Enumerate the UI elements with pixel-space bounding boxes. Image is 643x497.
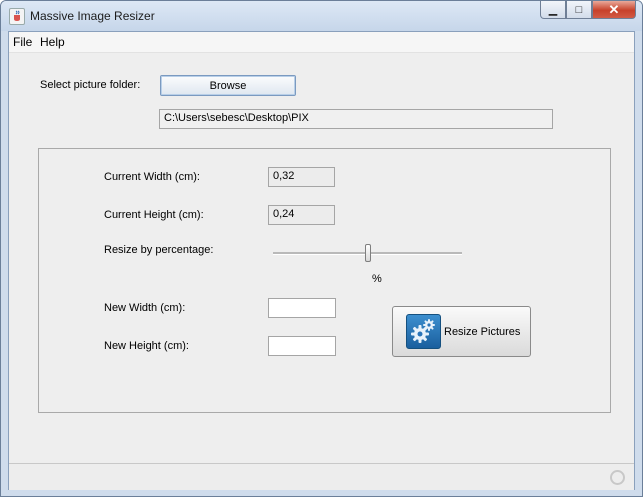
- app-window: Massive Image Resizer ▁ □ ✕ File Help Se…: [0, 0, 643, 497]
- new-height-input[interactable]: [268, 336, 336, 356]
- browse-button[interactable]: Browse: [160, 75, 296, 96]
- current-height-label: Current Height (cm):: [104, 209, 204, 221]
- current-width-field: 0,32: [268, 167, 335, 187]
- status-bar: [9, 463, 634, 490]
- menu-help[interactable]: Help: [40, 35, 65, 49]
- window-title: Massive Image Resizer: [30, 9, 155, 23]
- percent-label: %: [372, 273, 382, 285]
- minimize-button[interactable]: ▁: [540, 1, 566, 19]
- close-icon: ✕: [608, 1, 620, 17]
- new-width-label: New Width (cm):: [104, 302, 186, 314]
- resize-pictures-label: Resize Pictures: [444, 325, 521, 338]
- current-height-field: 0,24: [268, 205, 335, 225]
- new-height-label: New Height (cm):: [104, 340, 189, 352]
- window-controls: ▁ □ ✕: [540, 1, 636, 21]
- folder-path-field[interactable]: C:\Users\sebesc\Desktop\PIX: [159, 109, 553, 129]
- maximize-button[interactable]: □: [566, 1, 592, 19]
- folder-label: Select picture folder:: [40, 79, 141, 91]
- menu-file[interactable]: File: [13, 35, 32, 49]
- java-cup-icon: [9, 8, 25, 25]
- gears-icon: [406, 314, 441, 349]
- busy-indicator-icon: [610, 470, 625, 485]
- current-width-label: Current Width (cm):: [104, 171, 200, 183]
- menu-bar: File Help: [9, 32, 634, 53]
- title-bar[interactable]: Massive Image Resizer ▁ □ ✕: [1, 1, 642, 31]
- new-width-input[interactable]: [268, 298, 336, 318]
- resize-percentage-label: Resize by percentage:: [104, 244, 214, 256]
- percentage-slider-thumb[interactable]: [365, 244, 371, 262]
- resize-panel: [38, 148, 611, 413]
- client-area: File Help Select picture folder: Browse …: [8, 31, 635, 490]
- minimize-icon: ▁: [548, 4, 558, 16]
- close-button[interactable]: ✕: [592, 1, 636, 19]
- resize-pictures-button[interactable]: Resize Pictures: [392, 306, 531, 357]
- maximize-icon: □: [575, 3, 583, 16]
